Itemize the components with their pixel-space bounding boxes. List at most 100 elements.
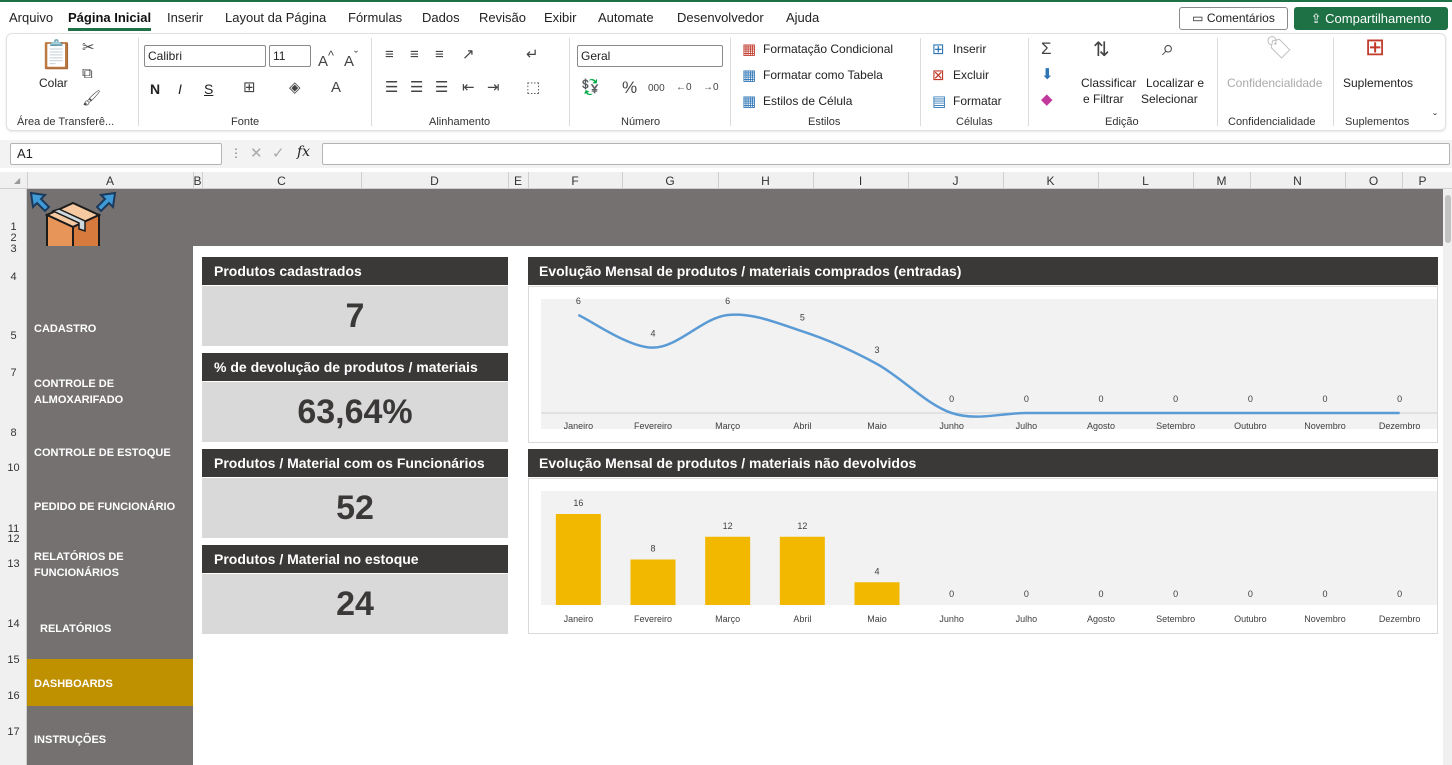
row-header[interactable]: 7 xyxy=(0,367,27,379)
column-header[interactable]: P xyxy=(1402,174,1443,188)
thousands-icon[interactable]: 000 xyxy=(648,81,665,97)
delete-cells-button[interactable]: Excluir xyxy=(953,68,989,82)
nav-item-controle-estoque[interactable]: CONTROLE DE ESTOQUE xyxy=(34,445,189,461)
confirm-icon[interactable]: ✓ xyxy=(272,144,285,162)
borders-icon[interactable]: ⊞ xyxy=(243,80,256,96)
find-select-button[interactable]: Localizar e xyxy=(1146,76,1204,90)
column-header[interactable]: B xyxy=(193,174,202,188)
wrap-text-icon[interactable]: ↵ xyxy=(526,47,539,63)
orientation-icon[interactable]: ↗ xyxy=(462,47,475,63)
nav-item-instrucoes[interactable]: INSTRUÇÕES xyxy=(34,732,189,748)
line-chart-box[interactable]: 6 Janeiro 4 Fevereiro 6 Março 5 Abril 3 Maio 0 Junh… xyxy=(528,286,1438,443)
column-header[interactable]: M xyxy=(1193,174,1250,188)
column-header[interactable]: H xyxy=(718,174,813,188)
row-header[interactable]: 10 xyxy=(0,462,27,474)
row-header[interactable]: 4 xyxy=(0,271,27,283)
row-header[interactable]: 15 xyxy=(0,654,27,666)
comments-button[interactable]: ▭ Comentários xyxy=(1179,7,1288,30)
decrease-decimal-icon[interactable]: →0 xyxy=(703,80,719,96)
menu-dados[interactable]: Dados xyxy=(422,10,460,25)
format-painter-icon[interactable]: 🖌 xyxy=(82,91,101,107)
insert-function-icon[interactable]: fx xyxy=(297,144,310,160)
nav-item-dashboards[interactable]: DASHBOARDS xyxy=(34,676,189,692)
paste-icon[interactable]: 📋 xyxy=(39,40,74,70)
column-header[interactable]: N xyxy=(1250,174,1345,188)
decrease-indent-icon[interactable]: ⇤ xyxy=(462,80,475,96)
column-header[interactable]: O xyxy=(1345,174,1402,188)
underline-button[interactable]: S xyxy=(204,81,213,97)
row-header[interactable]: 5 xyxy=(0,330,27,342)
column-header[interactable]: I xyxy=(813,174,908,188)
font-color-icon[interactable]: A xyxy=(331,80,341,96)
menu-formulas[interactable]: Fórmulas xyxy=(348,10,402,25)
nav-item-relatorios[interactable]: RELATÓRIOS xyxy=(40,621,195,637)
menu-ajuda[interactable]: Ajuda xyxy=(786,10,819,25)
paste-button[interactable]: Colar xyxy=(39,76,68,90)
menu-automate[interactable]: Automate xyxy=(598,10,654,25)
align-right-icon[interactable]: ☰ xyxy=(435,80,448,96)
menu-layout[interactable]: Layout da Página xyxy=(225,10,326,25)
align-left-icon[interactable]: ☰ xyxy=(385,80,398,96)
font-name-select[interactable]: Calibri xyxy=(144,45,266,67)
cell-styles-button[interactable]: Estilos de Célula xyxy=(763,94,852,108)
align-center-icon[interactable]: ☰ xyxy=(410,80,423,96)
merge-center-icon[interactable]: ⬚ xyxy=(526,80,540,96)
menu-arquivo[interactable]: Arquivo xyxy=(9,10,53,25)
column-header[interactable]: G xyxy=(622,174,718,188)
row-header[interactable]: 16 xyxy=(0,690,27,702)
row-header[interactable]: 3 xyxy=(0,243,27,255)
column-header[interactable]: L xyxy=(1098,174,1193,188)
menu-exibir[interactable]: Exibir xyxy=(544,10,577,25)
menu-revisao[interactable]: Revisão xyxy=(479,10,526,25)
row-header[interactable]: 17 xyxy=(0,726,27,738)
fill-color-icon[interactable]: ◈ xyxy=(289,80,301,96)
column-header[interactable]: D xyxy=(361,174,508,188)
collapse-ribbon-icon[interactable]: ˇ xyxy=(1433,110,1437,126)
nav-item-relatorios-funcionarios[interactable]: RELATÓRIOS DE FUNCIONÁRIOS xyxy=(34,549,189,581)
column-header[interactable]: C xyxy=(202,174,361,188)
format-cells-button[interactable]: Formatar xyxy=(953,94,1002,108)
column-header[interactable]: E xyxy=(508,174,528,188)
increase-font-icon[interactable]: A^ xyxy=(318,48,334,70)
number-format-select[interactable]: Geral xyxy=(577,45,723,67)
bold-button[interactable]: N xyxy=(150,81,160,97)
vertical-scrollbar[interactable] xyxy=(1443,189,1452,765)
fill-icon[interactable]: ⬇ xyxy=(1041,67,1054,83)
sensitivity-button[interactable]: Confidencialidade xyxy=(1227,76,1322,90)
nav-item-pedido-funcionario[interactable]: PEDIDO DE FUNCIONÁRIO xyxy=(34,499,189,515)
scroll-thumb[interactable] xyxy=(1445,195,1451,243)
name-box[interactable]: A1 xyxy=(10,143,222,165)
menu-desenvolvedor[interactable]: Desenvolvedor xyxy=(677,10,764,25)
menu-inserir[interactable]: Inserir xyxy=(167,10,203,25)
format-table-button[interactable]: Formatar como Tabela xyxy=(763,68,883,82)
addins-button[interactable]: Suplementos xyxy=(1343,76,1413,90)
increase-indent-icon[interactable]: ⇥ xyxy=(487,80,500,96)
accounting-icon[interactable]: 💱 xyxy=(581,80,600,96)
column-header[interactable]: A xyxy=(27,174,193,188)
nav-item-controle-almoxarifado[interactable]: CONTROLE DE ALMOXARIFADO xyxy=(34,376,189,408)
column-header[interactable]: J xyxy=(908,174,1003,188)
autosum-icon[interactable]: Σ xyxy=(1041,40,1052,57)
share-button[interactable]: ⇪ Compartilhamento xyxy=(1294,7,1448,30)
select-all-icon[interactable]: ◢ xyxy=(14,176,20,185)
sort-filter-button[interactable]: Classificar xyxy=(1081,76,1136,90)
row-header[interactable]: 14 xyxy=(0,618,27,630)
copy-icon[interactable]: ⧉ xyxy=(82,66,93,82)
insert-cells-button[interactable]: Inserir xyxy=(953,42,986,56)
conditional-format-button[interactable]: Formatação Condicional xyxy=(763,42,893,56)
percent-icon[interactable]: % xyxy=(622,79,637,96)
decrease-font-icon[interactable]: Aˇ xyxy=(344,48,358,70)
bar-chart-box[interactable]: 16 Janeiro 8 Fevereiro 12 Março 12 Abril 4 Maio 0 J… xyxy=(528,478,1438,634)
cancel-icon[interactable]: ✕ xyxy=(250,144,263,162)
align-middle-icon[interactable]: ≡ xyxy=(410,47,419,63)
increase-decimal-icon[interactable]: ←0 xyxy=(676,80,692,96)
align-bottom-icon[interactable]: ≡ xyxy=(435,47,444,63)
row-header[interactable]: 13 xyxy=(0,558,27,570)
clear-icon[interactable]: ◆ xyxy=(1041,92,1053,108)
formula-input[interactable] xyxy=(322,143,1450,165)
align-top-icon[interactable]: ≡ xyxy=(385,47,394,63)
font-size-select[interactable]: 11 xyxy=(269,45,311,67)
row-header[interactable]: 8 xyxy=(0,427,27,439)
italic-button[interactable]: I xyxy=(178,81,182,97)
cut-icon[interactable]: ✂ xyxy=(82,40,95,56)
